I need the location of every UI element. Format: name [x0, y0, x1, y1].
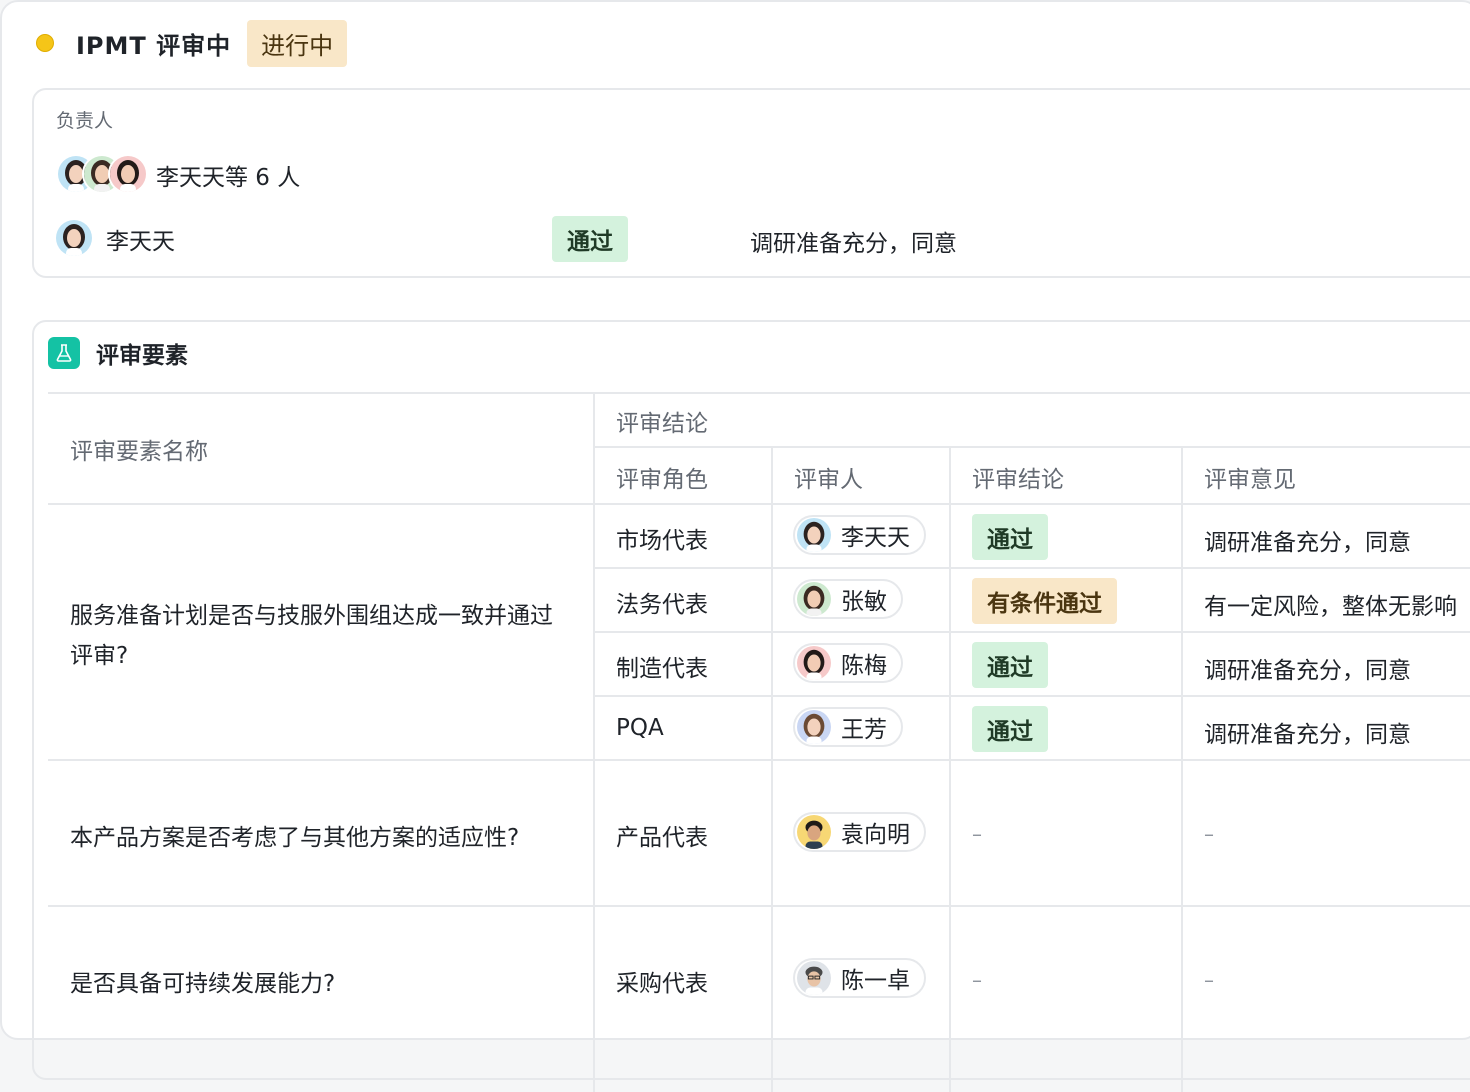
reviewer-name: 陈梅 — [841, 653, 887, 679]
header-role: 评审角色 — [616, 467, 708, 493]
opinion-empty: – — [1204, 968, 1214, 992]
reviewer-name: 张敏 — [841, 589, 887, 615]
element-name: 本产品方案是否考虑了与其他方案的适应性? — [70, 825, 520, 851]
reviewer-chip[interactable]: 张敏 — [793, 579, 903, 619]
result-empty: – — [972, 968, 982, 992]
avatar — [797, 815, 831, 849]
page-title: IPMT 评审中 — [76, 31, 232, 60]
opinion-cell: 调研准备充分，同意 — [1204, 658, 1411, 684]
owner-summary[interactable]: 李天天等 6 人 — [156, 158, 300, 192]
avatar — [797, 646, 831, 680]
result-badge: 通过 — [972, 642, 1048, 688]
reviewer-name: 李天天 — [841, 525, 910, 551]
review-header: IPMT 评审中 进行中 — [36, 19, 348, 67]
element-name: 是否具备可持续发展能力? — [70, 971, 336, 997]
header-reviewer: 评审人 — [794, 467, 863, 493]
reviewer-chip[interactable]: 陈一卓 — [793, 958, 926, 998]
header-conclusion: 评审结论 — [972, 467, 1064, 493]
role-cell: 市场代表 — [616, 528, 708, 554]
result-badge: 通过 — [972, 706, 1048, 752]
reviewer-name: 陈一卓 — [841, 968, 910, 994]
avatar — [797, 518, 831, 552]
role-cell: 制造代表 — [616, 656, 708, 682]
avatar — [797, 582, 831, 616]
owner-comment: 调研准备充分，同意 — [750, 231, 957, 257]
reviewer-chip[interactable]: 李天天 — [793, 515, 926, 555]
role-cell: 产品代表 — [616, 825, 708, 851]
element-name: 服务准备计划是否与技服外围组达成一致并通过评审? — [70, 603, 553, 669]
result-badge: 通过 — [972, 514, 1048, 560]
header-opinion: 评审意见 — [1204, 467, 1296, 493]
opinion-cell: 有一定风险，整体无影响 — [1204, 594, 1457, 620]
owner-label: 负责人 — [56, 110, 114, 132]
avatar — [56, 220, 92, 256]
header-element-name: 评审要素名称 — [70, 439, 208, 465]
result-badge: 通过 — [552, 216, 628, 262]
reviewer-chip[interactable]: 陈梅 — [793, 643, 903, 683]
review-table: 评审要素名称 评审结论 评审角色 评审人 评审结论 评审意见 服务准备计划是否与… — [48, 392, 1470, 1092]
reviewer-name: 王芳 — [841, 717, 887, 743]
review-panel: IPMT 评审中 进行中 负责人 李天天等 6 人 李天天 通过 调研准备充分，… — [0, 0, 1470, 1092]
reviewer-chip[interactable]: 王芳 — [793, 707, 903, 747]
owner-name: 李天天 — [106, 229, 175, 255]
owner-card: 负责人 李天天等 6 人 李天天 通过 调研准备充分，同意 — [32, 88, 1470, 278]
owner-avatar-stack[interactable] — [56, 154, 148, 194]
flask-icon — [48, 337, 80, 369]
status-badge: 进行中 — [247, 19, 348, 67]
result-empty: – — [972, 822, 982, 846]
header-conclusion-group: 评审结论 — [616, 411, 708, 437]
review-elements-section: 评审要素 评审要素名称 评审结论 评审角色 评审人 评审结论 评审意见 服务准备 — [32, 320, 1470, 1092]
status-dot — [36, 34, 54, 52]
reviewer-name: 袁向明 — [841, 822, 910, 848]
role-cell: PQA — [616, 715, 664, 741]
result-badge: 有条件通过 — [972, 578, 1117, 624]
role-cell: 法务代表 — [616, 592, 708, 618]
role-cell: 采购代表 — [616, 971, 708, 997]
avatar — [108, 154, 148, 194]
avatar — [797, 710, 831, 744]
opinion-empty: – — [1204, 822, 1214, 846]
reviewer-chip[interactable]: 袁向明 — [793, 812, 926, 852]
opinion-cell: 调研准备充分，同意 — [1204, 722, 1411, 748]
avatar — [797, 961, 831, 995]
opinion-cell: 调研准备充分，同意 — [1204, 530, 1411, 556]
section-title: 评审要素 — [96, 343, 188, 369]
